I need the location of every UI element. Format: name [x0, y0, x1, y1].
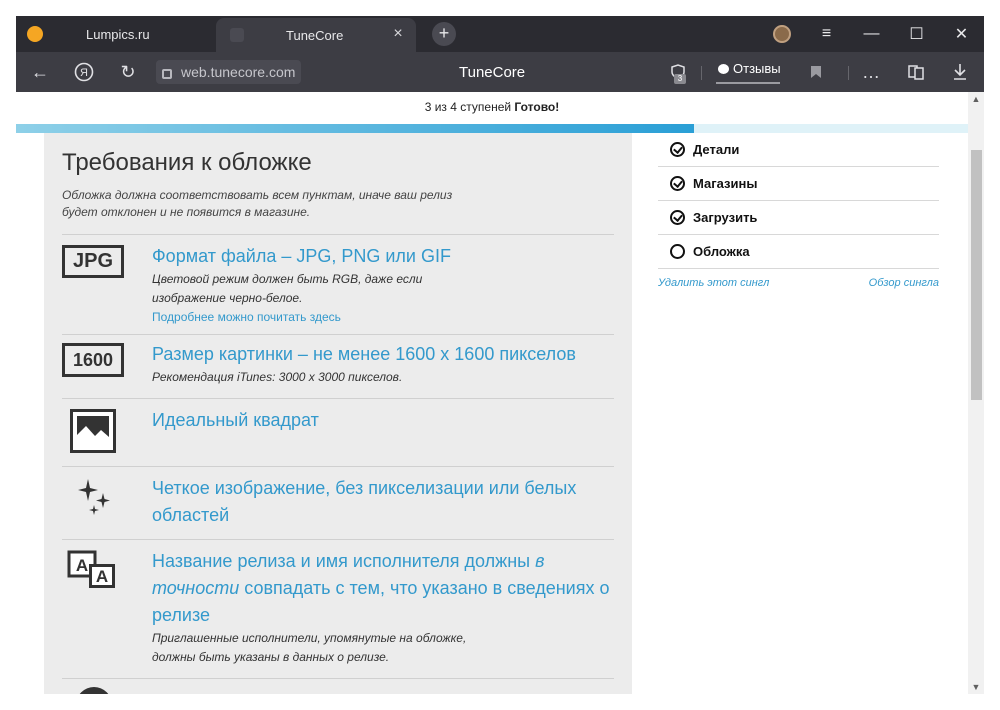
sidebar-item-artwork[interactable]: Обложка [658, 235, 939, 269]
requirement-note: Приглашенные исполнители, упомянутые на … [152, 631, 467, 645]
address-bar: ← Я ↻ web.tunecore.com TuneCore 3 Отзывы… [16, 52, 984, 92]
requirements-list: JPG Формат файла – JPG, PNG или GIF Цвет… [62, 234, 614, 694]
check-circle-icon [670, 210, 685, 225]
requirement-note: изображение черно-белое. [152, 291, 303, 305]
artwork-requirements-panel: Требования к обложке Обложка должна соот… [44, 133, 632, 694]
circle-icon [76, 687, 112, 694]
check-circle-icon [670, 142, 685, 157]
step-text: 3 из 4 ступеней [424, 100, 515, 114]
requirement-title: Размер картинки – не менее 1600 x 1600 п… [152, 344, 576, 364]
tab-tunecore[interactable]: TuneCore × [216, 18, 416, 52]
requirement-title: Четкое изображение, без пикселизации или… [152, 478, 577, 498]
reviews-underline [716, 82, 780, 84]
lock-icon [162, 68, 172, 79]
tunecore-favicon-icon [230, 28, 244, 42]
page-content: 3 из 4 ступеней Готово! Требования к обл… [16, 92, 968, 694]
new-tab-button[interactable]: + [432, 22, 456, 46]
review-single-link[interactable]: Обзор сингла [869, 277, 939, 289]
vertical-scrollbar[interactable]: ▲ ▼ [968, 92, 984, 694]
collections-icon[interactable] [904, 60, 928, 84]
requirement-title: релизе [152, 605, 211, 625]
divider [848, 66, 849, 80]
page-title: TuneCore [459, 64, 526, 81]
close-window-icon[interactable]: ✕ [939, 16, 984, 52]
tab-lumpics[interactable]: Lumpics.ru [16, 16, 216, 52]
requirement-size: 1600 Размер картинки – не менее 1600 x 1… [62, 334, 614, 398]
requirement-note: Цветовой режим должен быть RGB, даже есл… [152, 272, 423, 286]
step-status: Готово! [514, 100, 560, 114]
requirement-note: должны быть указаны в данных о релизе. [152, 650, 390, 664]
back-arrow-icon[interactable]: ← [28, 60, 52, 84]
sidebar-item-label: Детали [693, 142, 740, 157]
requirement-title: Название релиза и имя исполнителя должны… [152, 551, 545, 571]
tab-count-badge: 3 [674, 74, 686, 84]
sidebar-item-upload[interactable]: Загрузить [658, 201, 939, 235]
sidebar-item-stores[interactable]: Магазины [658, 167, 939, 201]
requirement-sharp: Четкое изображение, без пикселизации или… [62, 466, 614, 539]
text-match-icon: AA [67, 550, 119, 595]
tab-label: TuneCore [286, 27, 344, 43]
scroll-up-icon[interactable]: ▲ [968, 92, 984, 106]
download-icon[interactable] [948, 60, 972, 84]
requirements-intro: Обложка должна соответствовать всем пунк… [62, 188, 453, 219]
sidebar-item-details[interactable]: Детали [658, 133, 939, 167]
requirement-title: областей [152, 505, 230, 525]
sidebar-item-label: Магазины [693, 176, 758, 191]
svg-text:Я: Я [80, 67, 88, 79]
requirements-heading: Требования к обложке [62, 149, 312, 176]
reviews-button[interactable]: Отзывы [718, 61, 781, 76]
delete-single-link[interactable]: Удалить этот сингл [658, 277, 769, 289]
requirement-names: AA Название релиза и имя исполнителя дол… [62, 539, 614, 679]
lumpics-favicon-icon [27, 26, 43, 42]
svg-text:A: A [96, 567, 108, 586]
chat-bubble-icon [718, 63, 729, 74]
empty-circle-icon [670, 244, 685, 259]
svg-text:A: A [76, 556, 88, 575]
profile-button[interactable] [759, 16, 804, 52]
requirement-next [62, 679, 614, 694]
browser-window: Lumpics.ru TuneCore × + ≡ — ☐ ✕ ← Я ↻ we… [16, 16, 984, 694]
scrollbar-thumb[interactable] [971, 150, 982, 400]
maximize-icon[interactable]: ☐ [894, 16, 939, 52]
menu-icon[interactable]: ≡ [804, 16, 849, 52]
jpg-icon: JPG [62, 245, 124, 278]
check-circle-icon [670, 176, 685, 191]
more-icon[interactable]: … [859, 60, 883, 84]
reviews-label: Отзывы [733, 61, 781, 76]
divider [701, 66, 702, 80]
requirement-title: Идеальный квадрат [152, 410, 319, 430]
more-info-link[interactable]: Подробнее можно почитать здесь [152, 308, 451, 326]
requirement-title: Формат файла – JPG, PNG или GIF [152, 246, 451, 266]
progress-fill [16, 124, 695, 133]
url-field[interactable]: web.tunecore.com [156, 60, 302, 84]
progress-bar [16, 124, 968, 133]
tab-bar: Lumpics.ru TuneCore × + ≡ — ☐ ✕ [16, 16, 984, 52]
scroll-down-icon[interactable]: ▼ [968, 680, 984, 694]
sparkle-icon [76, 477, 112, 522]
url-text: web.tunecore.com [181, 64, 296, 80]
avatar [772, 25, 791, 43]
tab-label: Lumpics.ru [86, 26, 150, 42]
sidebar-links: Удалить этот сингл Обзор сингла [658, 277, 939, 289]
release-steps-sidebar: Детали Магазины Загрузить Обложка Удалит… [658, 133, 939, 289]
requirement-square: Идеальный квадрат [62, 398, 614, 466]
requirement-format: JPG Формат файла – JPG, PNG или GIF Цвет… [62, 234, 614, 334]
resolution-icon: 1600 [62, 343, 124, 377]
window-controls: ≡ — ☐ ✕ [759, 16, 984, 52]
close-tab-icon[interactable]: × [390, 26, 406, 42]
sidebar-item-label: Загрузить [693, 210, 758, 225]
requirement-note: Рекомендация iTunes: 3000 x 3000 пиксело… [152, 370, 403, 384]
step-indicator: 3 из 4 ступеней Готово! [16, 100, 968, 114]
requirement-title: точности совпадать с тем, что указано в … [152, 578, 610, 598]
square-image-icon [70, 409, 116, 458]
reload-icon[interactable]: ↻ [116, 60, 140, 84]
sidebar-item-label: Обложка [693, 244, 750, 259]
bookmark-icon[interactable] [804, 60, 828, 84]
minimize-icon[interactable]: — [849, 16, 894, 52]
yandex-icon[interactable]: Я [72, 60, 96, 84]
